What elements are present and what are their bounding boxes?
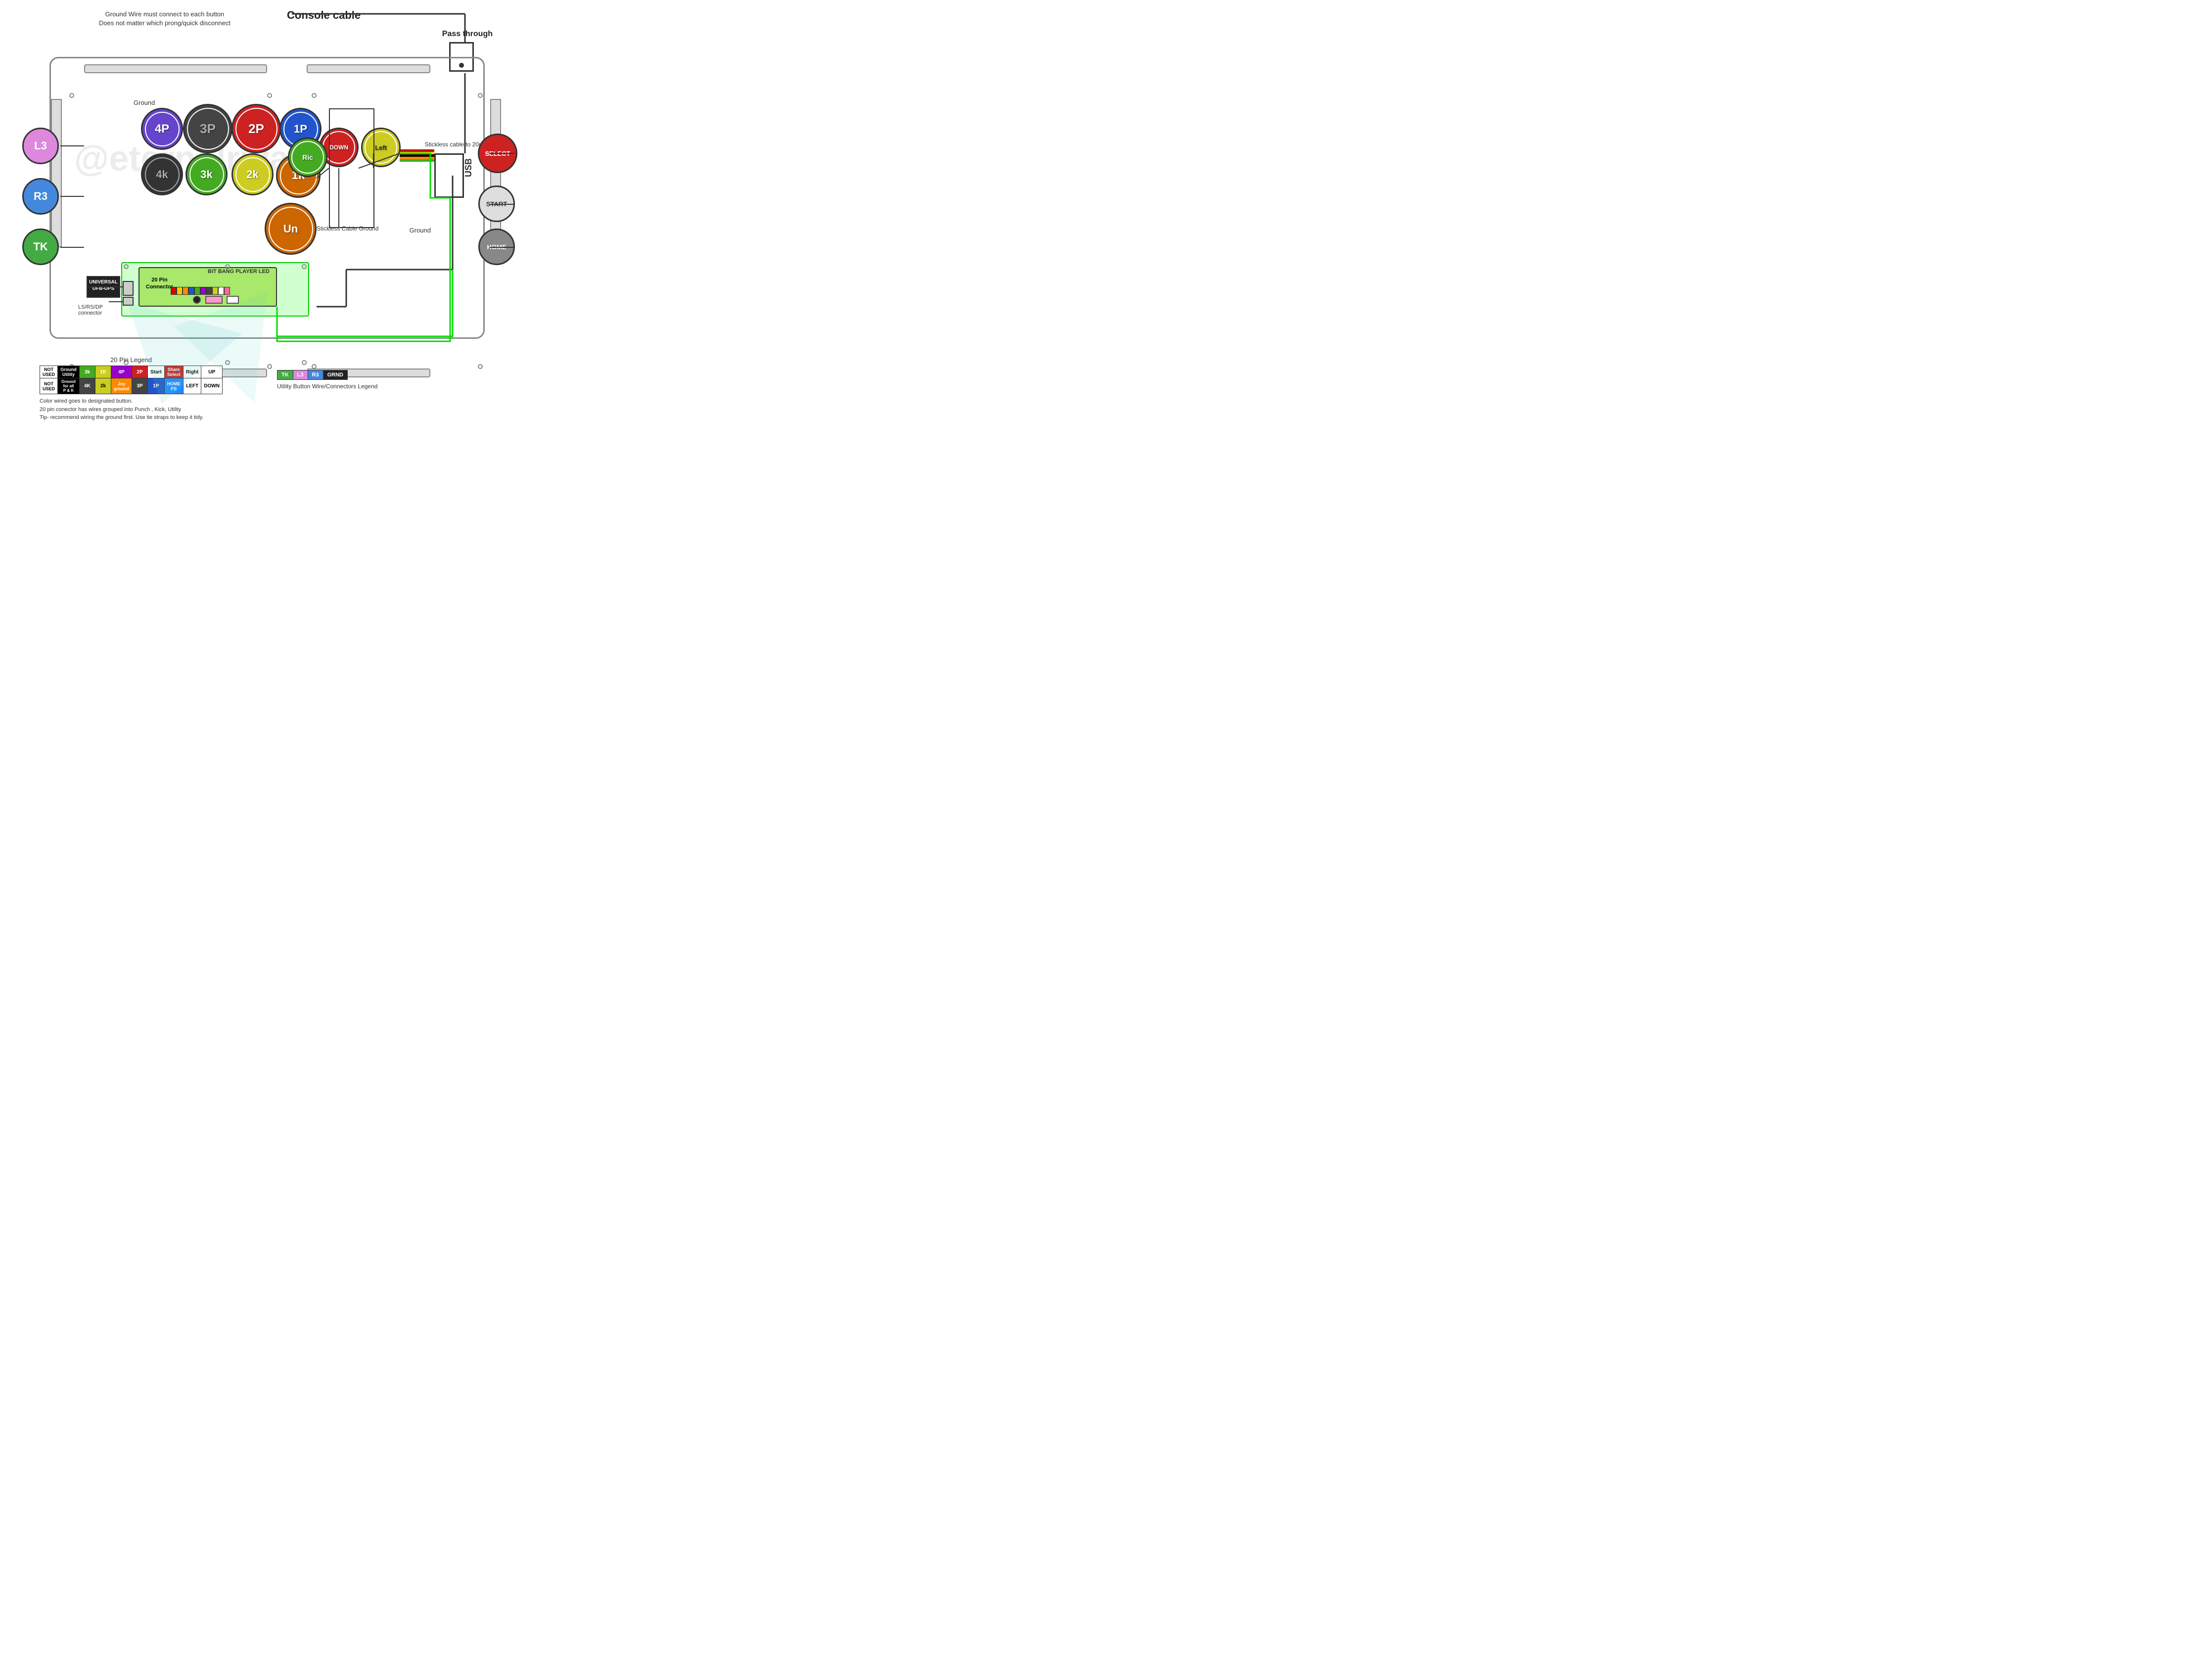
green-corner-tr: [225, 264, 230, 269]
stickless-20pin-label: Stickless cable to 20pin: [425, 141, 487, 148]
button-4k[interactable]: 4k: [141, 153, 183, 195]
ground-label-right: Ground: [410, 227, 431, 234]
top-rail-left: [84, 64, 267, 73]
pin-strip: [171, 287, 230, 295]
left-side-panel: [51, 99, 62, 247]
green-corner-br: [225, 360, 230, 365]
cable-strip-container: [400, 149, 434, 162]
green-corner-tl: [124, 264, 129, 269]
screw-bot-mid2: [312, 364, 317, 369]
screw-top-mid2: [312, 93, 317, 98]
top-note: Ground Wire must connect to each button …: [99, 10, 230, 28]
green-corner-tr2: [302, 264, 307, 269]
button-start[interactable]: START: [478, 185, 515, 222]
corner-screw-tl: [69, 93, 74, 98]
button-r3[interactable]: R3: [22, 178, 59, 215]
pin20-legend-table: NOTUSED GroundUtility 3k 1K 4P 2P Start …: [40, 366, 223, 394]
button-3P[interactable]: 3P: [183, 104, 232, 153]
top-rail-right: [307, 64, 430, 73]
universal-board: UNIVERSAL UFB-UPS: [87, 276, 120, 298]
screw-bot-mid: [267, 364, 272, 369]
connector-box-1: [123, 281, 134, 296]
pass-through-label: Pass through: [442, 30, 493, 39]
bitbang-label: BIT BANG PLAYER LED: [208, 269, 270, 275]
pcb-dot: [193, 296, 201, 304]
button-2P[interactable]: 2P: [231, 104, 281, 153]
usb-connector-box: [434, 153, 464, 198]
main-diagram: Ground Wire must connect to each button …: [0, 0, 552, 415]
pin20-connector-label: 20 PinConnector: [146, 276, 173, 290]
utility-table: TK L3 R3 GRND: [277, 370, 348, 380]
right-side-panel: [490, 99, 501, 247]
button-3k[interactable]: 3k: [185, 153, 228, 195]
corner-screw-br: [478, 364, 483, 369]
button-tk[interactable]: TK: [22, 229, 59, 265]
corner-screw-tr: [478, 93, 483, 98]
button-home[interactable]: HOME: [478, 229, 515, 265]
ls-rs-dp-label: LS/RS/DPconnector: [78, 304, 103, 316]
button-4P[interactable]: 4P: [141, 108, 183, 150]
pcb-pink-block: [205, 296, 223, 304]
pcb-white-block: [227, 296, 239, 304]
button-2k[interactable]: 2k: [231, 153, 274, 195]
button-select[interactable]: SELECT: [478, 134, 517, 173]
utility-legend: TK L3 R3 GRND Utility Button Wire/Connec…: [277, 370, 377, 385]
console-cable-label: Console cable: [287, 9, 361, 22]
legend-title: 20 Pin Legend: [40, 356, 223, 364]
connector-box-2: [123, 297, 134, 306]
button-l3[interactable]: L3: [22, 128, 59, 164]
button-left[interactable]: Left: [361, 128, 401, 167]
legend-notes: Color wired goes to designated button. 2…: [40, 397, 223, 422]
stickless-ground-label: Stickless Cable Ground: [317, 225, 378, 232]
button-right[interactable]: Ric: [288, 138, 327, 177]
button-up[interactable]: Un: [265, 203, 317, 255]
green-corner-br2: [302, 360, 307, 365]
legend-area: 20 Pin Legend NOTUSED GroundUtility 3k 1…: [40, 356, 223, 412]
screw-top-mid: [267, 93, 272, 98]
ground-label-top: Ground: [134, 99, 155, 106]
utility-legend-label: Utility Button Wire/Connectors Legend: [277, 383, 377, 390]
usb-label: USB: [463, 158, 474, 177]
